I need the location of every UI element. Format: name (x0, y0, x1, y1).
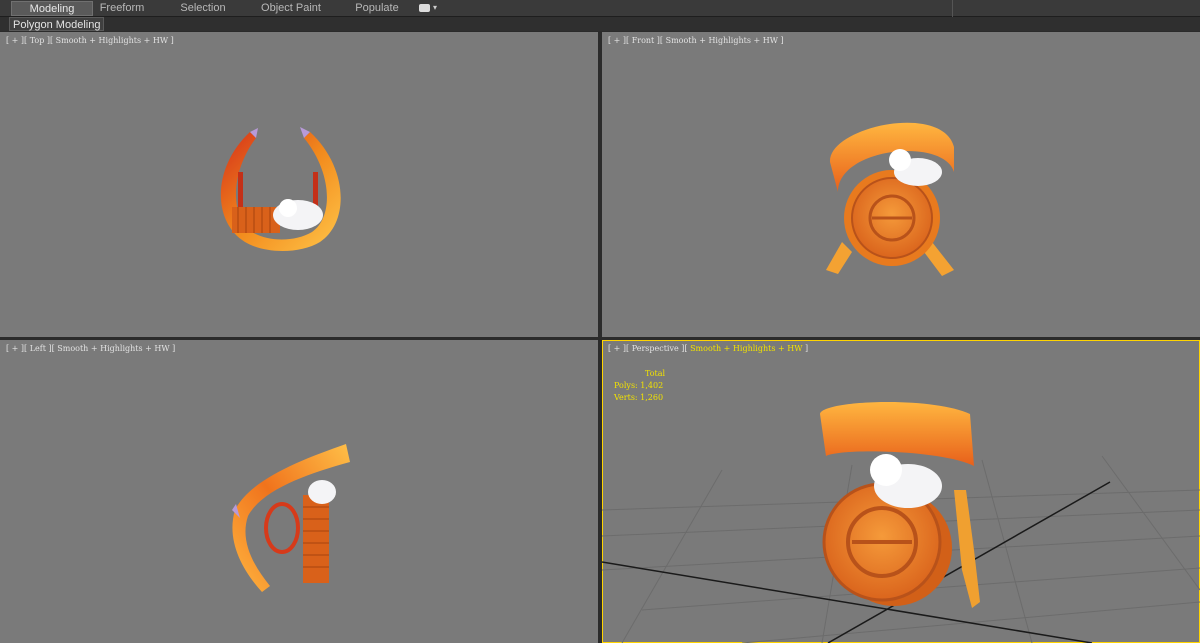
viewport-left[interactable]: [ + ][ Left ][ Smooth + Highlights + HW … (0, 340, 598, 643)
bunny-head-shape (279, 199, 297, 217)
headband-shape (820, 401, 974, 466)
ribbon-options-box-icon (419, 4, 430, 12)
mooncake-shape (232, 207, 280, 233)
ribbon-strap-shape (264, 502, 300, 554)
top-view-model (220, 127, 341, 251)
viewport-perspective[interactable]: [ + ][ Perspective ][ Smooth + Highlight… (602, 340, 1200, 643)
viewport-front[interactable]: [ + ][ Front ][ Smooth + Highlights + HW… (602, 32, 1200, 337)
perspective-view-model (602, 401, 1200, 643)
ribbon-band-shape (232, 444, 350, 592)
tab-object-paint[interactable]: Object Paint (255, 1, 327, 16)
mooncake-shape (303, 495, 329, 583)
ribbon-options-icon[interactable]: ▾ (419, 3, 441, 14)
viewport-top[interactable]: [ + ][ Top ][ Smooth + Highlights + HW ] (0, 32, 598, 337)
front-view-model (826, 122, 954, 276)
ribbon-divider (952, 0, 953, 17)
ribbon-tail-shape (826, 242, 852, 274)
ribbon-strap-shape (313, 172, 318, 208)
tab-populate[interactable]: Populate (348, 1, 406, 16)
chevron-down-icon: ▾ (433, 3, 438, 12)
ribbon-panel: Polygon Modeling (0, 17, 1200, 31)
ribbon-strap-shape (238, 172, 243, 208)
bunny-shape (308, 480, 336, 504)
polygon-modeling-panel-label[interactable]: Polygon Modeling (9, 17, 105, 31)
bunny-head-shape (870, 454, 902, 486)
ribbon-tab-bar: Modeling Freeform Selection Object Paint… (0, 0, 1200, 17)
tab-selection[interactable]: Selection (173, 1, 233, 16)
tab-freeform[interactable]: Freeform (93, 1, 151, 16)
bunny-head-shape (889, 149, 911, 171)
tab-modeling[interactable]: Modeling (11, 1, 93, 16)
left-view-model (232, 444, 350, 592)
